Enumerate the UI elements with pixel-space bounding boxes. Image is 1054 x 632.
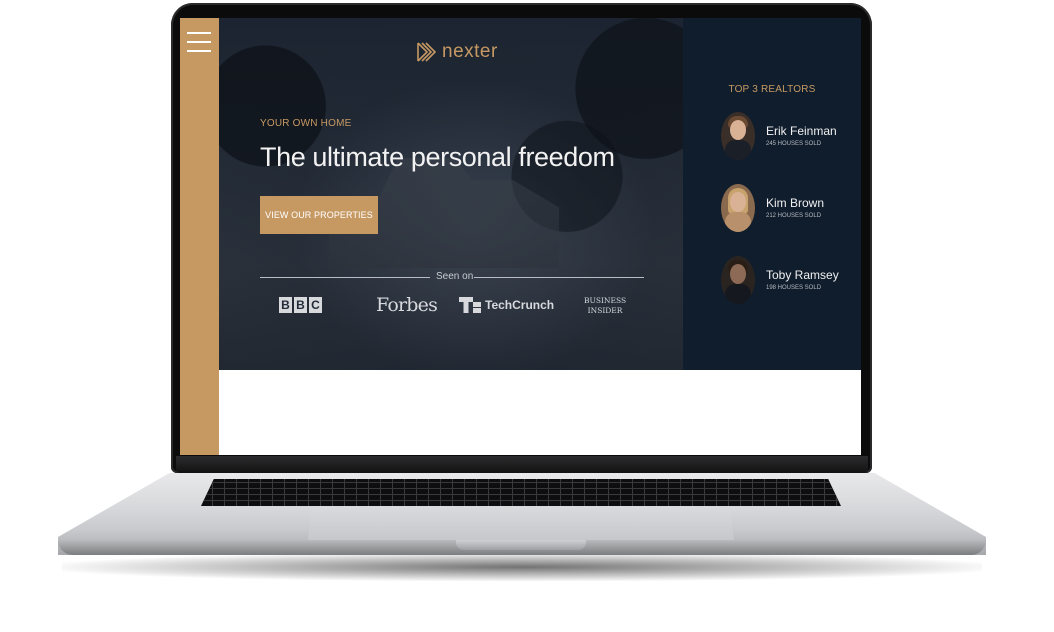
realtor-houses-sold: 212 HOUSES SOLD xyxy=(766,213,822,219)
avatar-face xyxy=(730,192,746,212)
laptop-shadow xyxy=(62,553,982,581)
business-insider-line1: BUSINESS xyxy=(584,296,627,305)
view-properties-button[interactable]: VIEW OUR PROPERTIES xyxy=(260,196,378,234)
realtors-title: TOP 3 REALTORS xyxy=(728,84,816,95)
hamburger-icon-line xyxy=(187,41,211,43)
laptop-screen: nexter YOUR OWN HOME The ultimate person… xyxy=(180,18,861,455)
avatar xyxy=(721,112,755,160)
techcrunch-logo: TechCrunch xyxy=(459,297,554,313)
laptop-trackpad xyxy=(308,506,734,540)
bbc-logo: B B C xyxy=(279,297,322,313)
seen-on-label: Seen on xyxy=(436,271,474,282)
logo-text: nexter xyxy=(442,41,498,62)
hero-subtitle: YOUR OWN HOME xyxy=(260,118,352,129)
realtors-panel: TOP 3 REALTORS Erik Feinman 245 HOUSES S… xyxy=(683,18,861,370)
avatar-body xyxy=(725,284,751,304)
hamburger-icon-line xyxy=(187,50,211,52)
forbes-logo: Forbes xyxy=(376,294,438,316)
bbc-letter: B xyxy=(294,297,307,313)
hero-title: The ultimate personal freedom xyxy=(260,142,615,172)
realtor-item[interactable]: Erik Feinman 245 HOUSES SOLD xyxy=(721,112,861,164)
laptop-keyboard xyxy=(201,479,841,506)
site-sidebar xyxy=(180,18,219,455)
avatar xyxy=(721,184,755,232)
realtor-item[interactable]: Kim Brown 212 HOUSES SOLD xyxy=(721,184,861,236)
business-insider-logo: BUSINESS INSIDER xyxy=(584,296,626,316)
laptop-hinge xyxy=(176,456,868,474)
avatar-face xyxy=(730,120,746,140)
site-logo[interactable]: nexter xyxy=(416,40,498,64)
techcrunch-text: TechCrunch xyxy=(485,298,555,312)
bbc-letter: B xyxy=(279,297,292,313)
seen-on-divider-right xyxy=(474,277,644,278)
realtor-item[interactable]: Toby Ramsey 198 HOUSES SOLD xyxy=(721,256,861,308)
hero-section: nexter YOUR OWN HOME The ultimate person… xyxy=(219,18,683,370)
realtor-name: Erik Feinman xyxy=(766,124,837,138)
realtor-houses-sold: 245 HOUSES SOLD xyxy=(766,141,822,147)
realtor-name: Toby Ramsey xyxy=(766,268,839,282)
avatar-body xyxy=(725,212,751,232)
business-insider-line2: INSIDER xyxy=(587,306,623,315)
avatar-body xyxy=(725,140,751,160)
hamburger-icon xyxy=(187,32,211,34)
laptop-mockup: nexter YOUR OWN HOME The ultimate person… xyxy=(0,0,1054,632)
avatar xyxy=(721,256,755,304)
seen-on-divider-left xyxy=(260,277,430,278)
avatar-face xyxy=(730,264,746,284)
laptop-notch xyxy=(456,540,586,550)
techcrunch-logo-icon xyxy=(459,297,481,313)
realtor-name: Kim Brown xyxy=(766,196,825,210)
realtor-houses-sold: 198 HOUSES SOLD xyxy=(766,285,822,291)
bbc-letter: C xyxy=(309,297,322,313)
nexter-logo-icon xyxy=(417,42,437,62)
hamburger-menu-button[interactable] xyxy=(187,30,211,54)
